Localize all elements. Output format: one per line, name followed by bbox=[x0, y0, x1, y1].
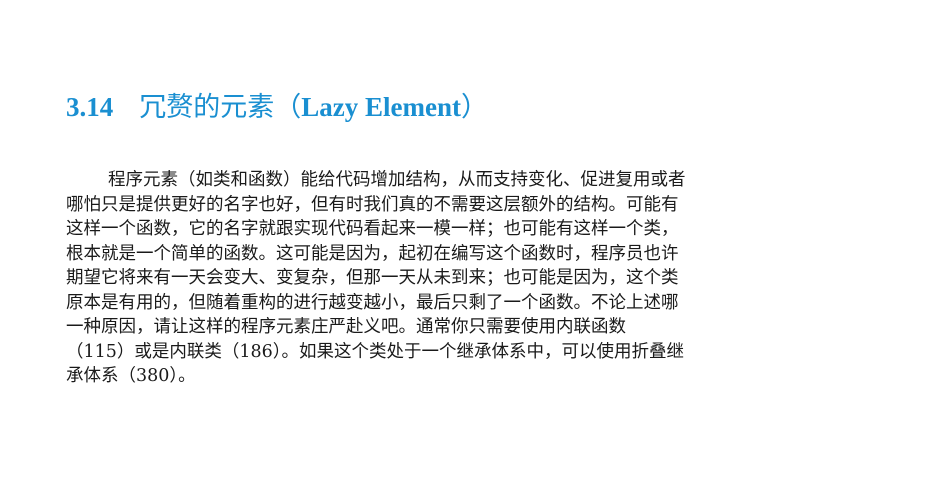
paragraph-line: 原本是有用的，但随着重构的进行越变越小，最后只剩了一个函数。不论上述哪 bbox=[66, 292, 679, 313]
paragraph-line: 根本就是一个简单的函数。这可能是因为，起初在编写这个函数时，程序员也许 bbox=[66, 243, 679, 264]
paragraph-line: 承体系（380）。 bbox=[66, 366, 196, 386]
section-heading: 3.14 冗赘的元素（Lazy Element） bbox=[66, 88, 488, 127]
paragraph-line: 期望它将来有一天会变大、变复杂，但那一天从未到来；也可能是因为，这个类 bbox=[66, 268, 679, 288]
paragraph-line: 程序元素（如类和函数）能给代码增加结构，从而支持变化、促进复用或者 bbox=[66, 168, 881, 193]
section-title-suffix: ） bbox=[460, 92, 488, 123]
paragraph-line: 一种原因，请让这样的程序元素庄严赴义吧。通常你只需要使用内联函数 bbox=[66, 317, 626, 337]
paragraph-line: 哪怕只是提供更好的名字也好，但有时我们真的不需要这层额外的结构。可能有 bbox=[66, 194, 679, 215]
paragraph-line-text: 程序元素（如类和函数）能给代码增加结构，从而支持变化、促进复用或者 bbox=[108, 170, 686, 190]
paragraph-line: （115）或是内联类（186）。如果这个类处于一个继承体系中，可以使用折叠继 bbox=[66, 341, 685, 362]
section-number: 3.14 bbox=[66, 92, 114, 122]
section-title-latin: Lazy Element bbox=[301, 92, 461, 122]
body-paragraph: 程序元素（如类和函数）能给代码增加结构，从而支持变化、促进复用或者 哪怕只是提供… bbox=[66, 168, 881, 389]
paragraph-line: 这样一个函数，它的名字就跟实现代码看起来一模一样；也可能有这样一个类， bbox=[66, 219, 679, 239]
section-title-prefix: 冗赘的元素（ bbox=[139, 92, 302, 123]
